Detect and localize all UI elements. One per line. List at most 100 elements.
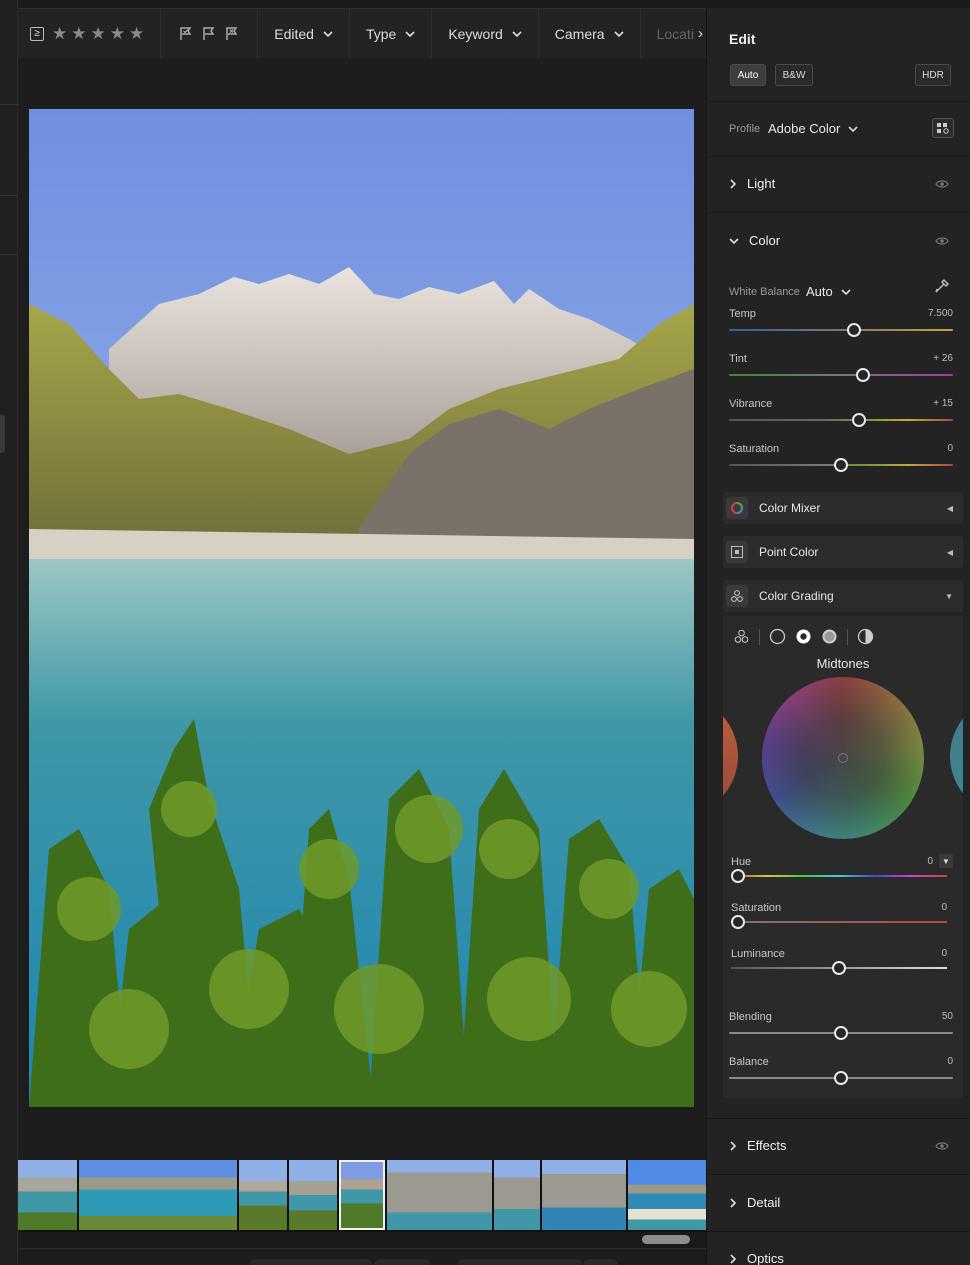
- midtones-wheel-icon[interactable]: [795, 628, 812, 645]
- star-icon[interactable]: ★: [71, 24, 86, 44]
- filter-keyword-dropdown[interactable]: Keyword: [432, 9, 537, 59]
- slider-value[interactable]: + 26: [933, 353, 953, 364]
- slider-value[interactable]: 0: [947, 443, 953, 454]
- three-way-view-icon[interactable]: [733, 628, 750, 645]
- slider-track[interactable]: [729, 419, 953, 421]
- slider-knob[interactable]: [832, 961, 846, 975]
- star-icon[interactable]: ★: [52, 24, 67, 44]
- chevron-down-icon: [512, 30, 522, 37]
- unflagged-icon[interactable]: [202, 26, 216, 41]
- filter-edited-dropdown[interactable]: Edited: [258, 9, 349, 59]
- white-balance-dropdown[interactable]: Auto: [806, 284, 851, 299]
- highlights-wheel-icon[interactable]: [821, 628, 838, 645]
- chevron-down-icon: [405, 30, 415, 37]
- filmstrip-thumbnail[interactable]: [18, 1160, 77, 1230]
- mode-separator: [847, 628, 848, 645]
- slider-knob[interactable]: [834, 1071, 848, 1085]
- wheel-handle[interactable]: [838, 753, 848, 763]
- slider-label: Balance: [729, 1056, 769, 1068]
- slider-track[interactable]: [729, 374, 953, 376]
- panel-divider: [707, 1118, 970, 1119]
- landscape-image: [29, 109, 694, 1107]
- effects-section-header[interactable]: Effects: [729, 1138, 787, 1153]
- bottom-toolbar-control[interactable]: [250, 1259, 372, 1265]
- filmstrip-thumbnail[interactable]: [493, 1160, 541, 1230]
- bottom-toolbar-control[interactable]: [584, 1259, 618, 1265]
- auto-button[interactable]: Auto: [730, 64, 766, 86]
- slider-value[interactable]: + 15: [933, 398, 953, 409]
- filter-label: Keyword: [448, 25, 503, 42]
- strip-collapse-tab[interactable]: [0, 415, 5, 453]
- slider-value[interactable]: 0: [941, 902, 947, 913]
- slider-label: Luminance: [731, 948, 785, 960]
- slider-knob[interactable]: [731, 869, 745, 883]
- color-section-header[interactable]: Color: [729, 233, 780, 248]
- eye-icon[interactable]: [935, 1141, 949, 1151]
- rating-comparison-toggle[interactable]: ≥: [30, 26, 44, 41]
- light-section-header[interactable]: Light: [729, 176, 775, 191]
- slider-track[interactable]: [729, 329, 953, 331]
- left-toolstrip: [0, 0, 18, 1265]
- panel-divider: [707, 1174, 970, 1175]
- panel-divider: [707, 156, 970, 157]
- star-icon[interactable]: ★: [129, 24, 144, 44]
- bottom-toolbar-control[interactable]: [458, 1259, 582, 1265]
- slider-knob[interactable]: [834, 458, 848, 472]
- filmstrip-thumbnail[interactable]: [78, 1160, 238, 1230]
- highlights-wheel-preview[interactable]: [950, 696, 963, 816]
- slider-track[interactable]: [731, 875, 947, 877]
- filter-camera-dropdown[interactable]: Camera: [539, 9, 640, 59]
- slider-knob[interactable]: [847, 323, 862, 337]
- slider-value[interactable]: 0: [947, 1056, 953, 1067]
- slider-knob[interactable]: [851, 413, 866, 427]
- caret-down-icon: ▼: [945, 591, 953, 601]
- filmstrip-thumbnail[interactable]: [239, 1160, 288, 1230]
- eye-icon[interactable]: [935, 236, 949, 246]
- color-grading-panel-header[interactable]: Color Grading ▼: [723, 580, 963, 612]
- filter-label: Edited: [274, 25, 314, 42]
- slider-value[interactable]: 50: [942, 1011, 953, 1022]
- point-color-panel[interactable]: Point Color ◀: [723, 536, 963, 568]
- shadows-wheel-preview[interactable]: [723, 696, 738, 816]
- filter-label: Camera: [554, 25, 605, 42]
- main-photo[interactable]: [29, 109, 694, 1107]
- slider-knob[interactable]: [731, 915, 745, 929]
- profile-dropdown[interactable]: Adobe Color: [768, 121, 858, 136]
- eye-icon[interactable]: [935, 179, 949, 189]
- shadows-wheel-icon[interactable]: [769, 628, 786, 645]
- filmstrip-thumbnail[interactable]: [628, 1160, 706, 1230]
- slider-value[interactable]: 7.500: [928, 308, 953, 319]
- hue-dropdown-icon[interactable]: ▼: [939, 854, 953, 868]
- filmstrip-scrollbar[interactable]: [642, 1235, 690, 1244]
- optics-section-header[interactable]: Optics: [729, 1251, 784, 1265]
- star-rating-filter[interactable]: ★ ★ ★ ★ ★: [52, 24, 144, 44]
- filmstrip-thumbnail[interactable]: [542, 1160, 627, 1230]
- eyedropper-icon[interactable]: [933, 277, 951, 295]
- slider-value[interactable]: 0: [927, 856, 933, 867]
- filter-toolbar: ≥ ★ ★ ★ ★ ★ Edited Type Keyword Camera L…: [18, 8, 706, 59]
- picked-flag-icon[interactable]: [179, 26, 193, 41]
- toolbar-separator: [160, 8, 162, 59]
- slider-track[interactable]: [731, 921, 947, 923]
- global-wheel-icon[interactable]: [857, 628, 874, 645]
- detail-section-header[interactable]: Detail: [729, 1195, 780, 1210]
- bw-button[interactable]: B&W: [775, 64, 813, 86]
- bottom-toolbar-control[interactable]: [374, 1259, 430, 1265]
- scroll-right-arrow[interactable]: ›: [698, 25, 703, 42]
- filter-label: Type: [365, 25, 397, 42]
- filmstrip-thumbnail[interactable]: [289, 1160, 338, 1230]
- color-mixer-panel[interactable]: Color Mixer ◀: [723, 492, 963, 524]
- profile-browser-icon[interactable]: [932, 118, 954, 138]
- filmstrip-thumbnail-selected[interactable]: [339, 1160, 385, 1230]
- rejected-flag-icon[interactable]: [225, 26, 239, 41]
- chevron-down-icon: [729, 237, 739, 244]
- slider-knob[interactable]: [834, 1026, 848, 1040]
- slider-knob[interactable]: [856, 368, 871, 382]
- filter-location-dropdown[interactable]: Locati: [641, 9, 698, 59]
- star-icon[interactable]: ★: [91, 24, 106, 44]
- slider-value[interactable]: 0: [941, 948, 947, 959]
- filter-type-dropdown[interactable]: Type: [350, 9, 431, 59]
- star-icon[interactable]: ★: [110, 24, 125, 44]
- filmstrip-thumbnail[interactable]: [386, 1160, 492, 1230]
- hdr-button[interactable]: HDR: [915, 64, 951, 86]
